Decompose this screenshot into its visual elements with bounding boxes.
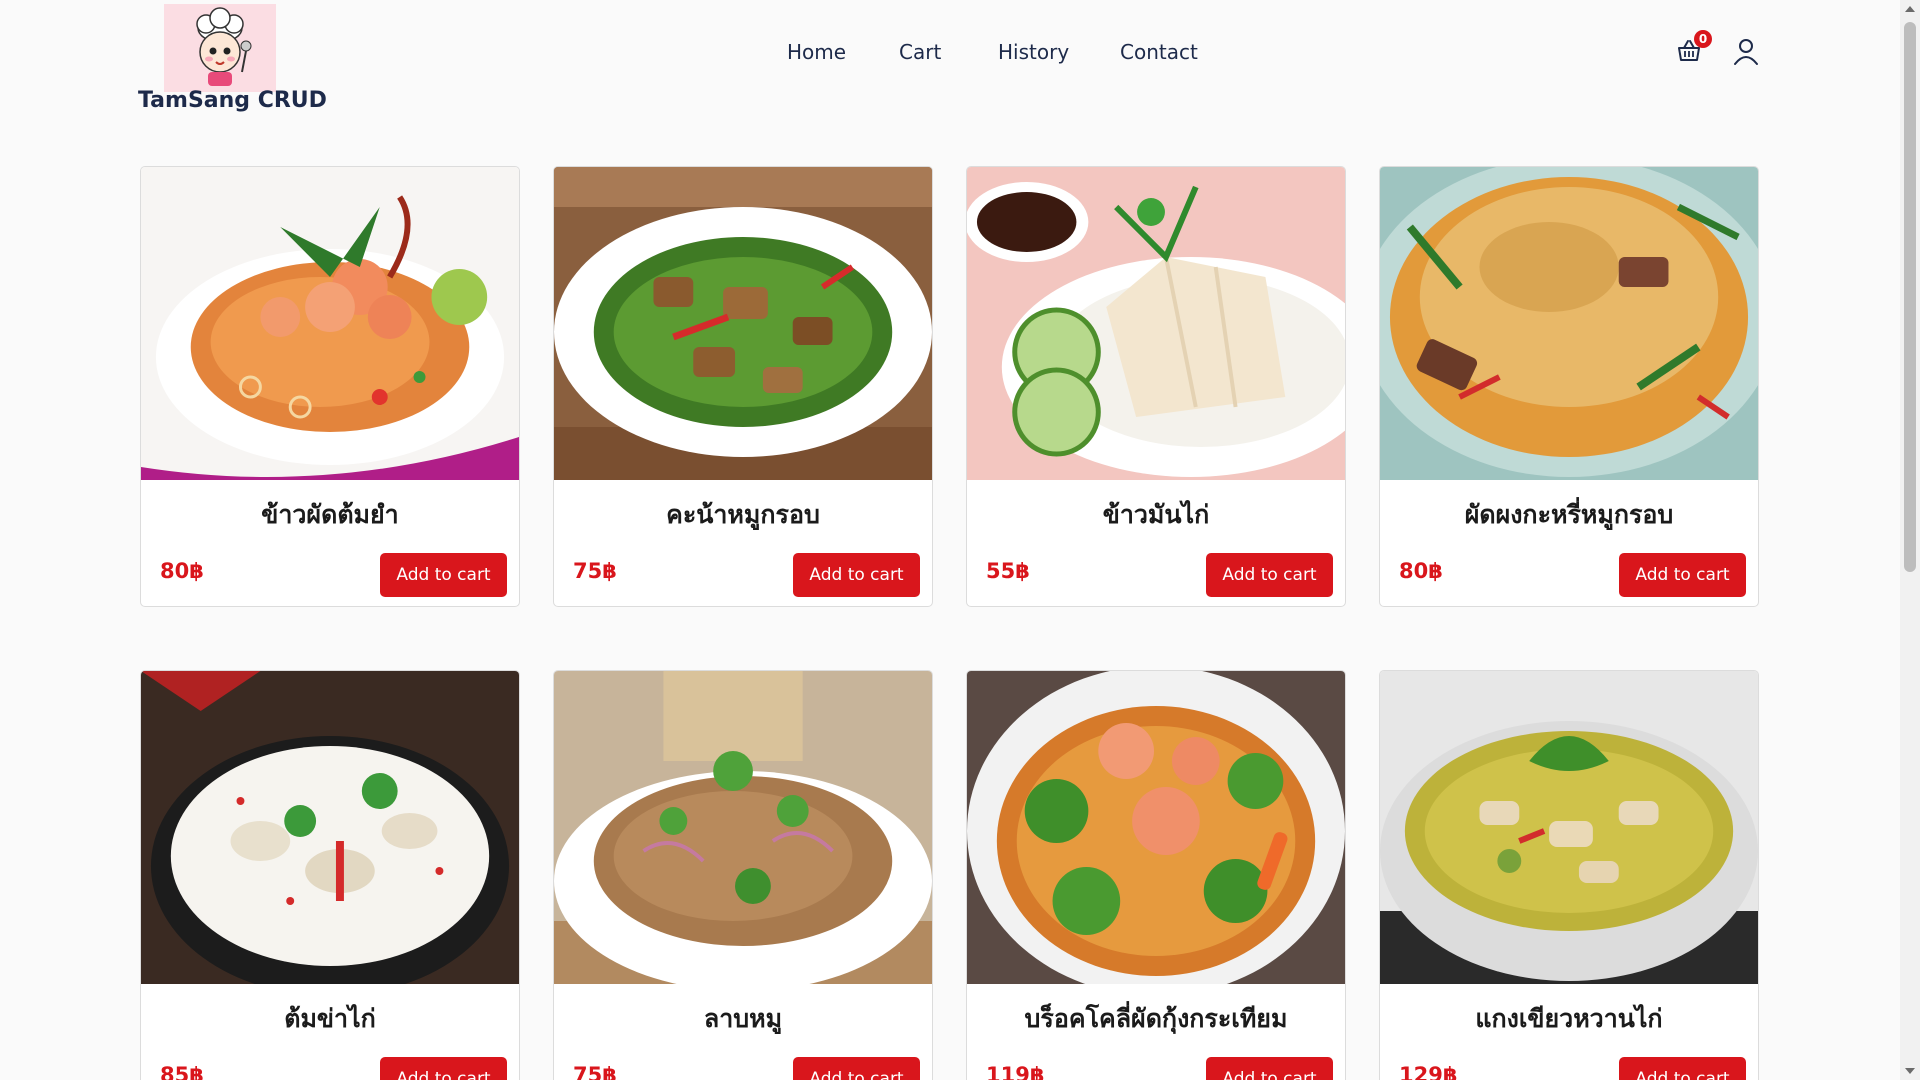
add-to-cart-button[interactable]: Add to cart [380, 553, 507, 597]
page: TamSang CRUD Home Cart History Contact 0 [0, 0, 1920, 1080]
product-card: ผัดผงกะหรี่หมูกรอบ 80฿ Add to cart [1379, 166, 1759, 607]
product-image[interactable] [1380, 671, 1758, 984]
product-card: ข้าวผัดต้มยำ 80฿ Add to cart [140, 166, 520, 607]
product-name: แกงเขียวหวานไก่ [1475, 1004, 1663, 1033]
nav-item-cart[interactable]: Cart [899, 40, 941, 64]
product-image[interactable] [554, 671, 932, 984]
product-price: 119฿ [986, 1063, 1045, 1080]
nav-item-history[interactable]: History [998, 40, 1069, 64]
main-nav: Home Cart History Contact [0, 40, 1900, 70]
product-name: บร็อคโคลี่ผัดกุ้งกระเทียม [1024, 1004, 1288, 1033]
product-image[interactable] [554, 167, 932, 480]
product-card: ต้มข่าไก่ 85฿ Add to cart [140, 670, 520, 1080]
add-to-cart-button[interactable]: Add to cart [793, 1057, 920, 1080]
header: TamSang CRUD Home Cart History Contact 0 [0, 0, 1900, 130]
product-card: ลาบหมู 75฿ Add to cart [553, 670, 933, 1080]
product-card: ข้าวมันไก่ 55฿ Add to cart [966, 166, 1346, 607]
product-price: 75฿ [573, 559, 617, 583]
product-image[interactable] [967, 167, 1345, 480]
add-to-cart-button[interactable]: Add to cart [1619, 553, 1746, 597]
product-card: แกงเขียวหวานไก่ 129฿ Add to cart [1379, 670, 1759, 1080]
product-price: 75฿ [573, 1063, 617, 1080]
add-to-cart-button[interactable]: Add to cart [793, 553, 920, 597]
add-to-cart-button[interactable]: Add to cart [1206, 553, 1333, 597]
scroll-up-arrow-icon[interactable] [1905, 6, 1915, 12]
product-price: 55฿ [986, 559, 1030, 583]
product-name: ลาบหมู [703, 1004, 783, 1033]
product-card: บร็อคโคลี่ผัดกุ้งกระเทียม 119฿ Add to ca… [966, 670, 1346, 1080]
user-icon [1734, 39, 1758, 65]
product-name: คะน้าหมูกรอบ [666, 500, 820, 529]
product-image[interactable] [1380, 167, 1758, 480]
vertical-scrollbar[interactable] [1900, 0, 1920, 1080]
product-price: 80฿ [1399, 559, 1443, 583]
add-to-cart-button[interactable]: Add to cart [1206, 1057, 1333, 1080]
product-name: ต้มข่าไก่ [284, 1004, 376, 1033]
product-image[interactable] [967, 671, 1345, 984]
product-image[interactable] [141, 671, 519, 984]
add-to-cart-button[interactable]: Add to cart [380, 1057, 507, 1080]
cart-count-badge: 0 [1694, 30, 1712, 48]
product-image[interactable] [141, 167, 519, 480]
product-price: 80฿ [160, 559, 204, 583]
product-name: ข้าวผัดต้มยำ [261, 500, 399, 529]
scroll-down-arrow-icon[interactable] [1905, 1068, 1915, 1074]
add-to-cart-button[interactable]: Add to cart [1619, 1057, 1746, 1080]
product-price: 129฿ [1399, 1063, 1458, 1080]
product-name: ผัดผงกะหรี่หมูกรอบ [1464, 500, 1674, 529]
product-price: 85฿ [160, 1063, 204, 1080]
product-card: คะน้าหมูกรอบ 75฿ Add to cart [553, 166, 933, 607]
scrollbar-thumb[interactable] [1904, 22, 1916, 572]
cart-button[interactable]: 0 [1676, 30, 1712, 68]
nav-item-home[interactable]: Home [787, 40, 846, 64]
brand-name[interactable]: TamSang CRUD [138, 88, 327, 113]
user-account-button[interactable] [1733, 38, 1761, 66]
product-name: ข้าวมันไก่ [1102, 500, 1210, 529]
nav-item-contact[interactable]: Contact [1120, 40, 1198, 64]
